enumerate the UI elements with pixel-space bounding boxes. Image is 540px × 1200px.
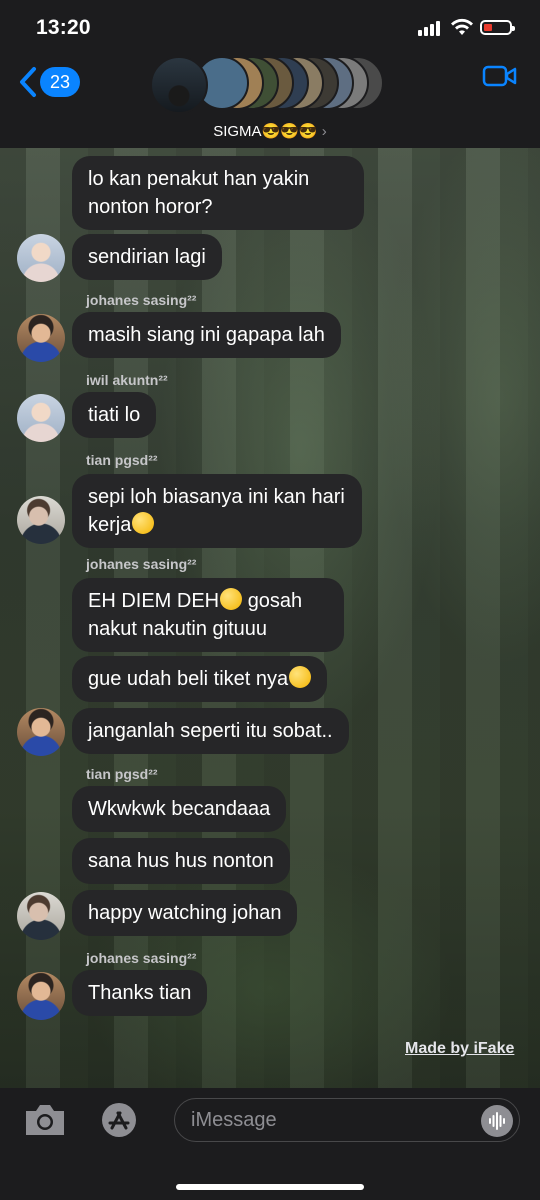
- message-bubble[interactable]: gue udah beli tiket nya: [72, 656, 328, 702]
- home-indicator[interactable]: [176, 1184, 364, 1190]
- message-bubble[interactable]: sepi loh biasanya ini kan hari kerja: [72, 474, 362, 548]
- avatar[interactable]: [17, 892, 65, 940]
- shocked-emoji-icon: [132, 512, 155, 534]
- avatar[interactable]: [17, 314, 65, 362]
- app-store-icon[interactable]: [96, 1102, 142, 1138]
- sender-name: johanes sasing²²: [86, 556, 197, 572]
- cellular-signal-icon: [418, 20, 444, 36]
- avatar[interactable]: [17, 708, 65, 756]
- camera-icon[interactable]: [22, 1102, 68, 1138]
- message-bubble[interactable]: Wkwkwk becandaaa: [72, 786, 287, 832]
- message-bubble[interactable]: sana hus hus nonton: [72, 838, 290, 884]
- unread-count-badge: 23: [40, 67, 80, 97]
- watermark: Made by iFake: [405, 1040, 515, 1057]
- battery-icon: [480, 20, 515, 35]
- crying-emoji-icon: [289, 666, 312, 688]
- sender-name: johanes sasing²²: [86, 292, 197, 308]
- message-bubble[interactable]: sendirian lagi: [72, 234, 222, 280]
- group-avatars[interactable]: [150, 56, 390, 116]
- smile-emoji-icon: [220, 588, 243, 610]
- sender-name: iwil akuntn²²: [86, 372, 168, 388]
- message-bubble[interactable]: Thanks tian: [72, 970, 208, 1016]
- message-bubble[interactable]: masih siang ini gapapa lah: [72, 312, 341, 358]
- chevron-left-icon: [20, 67, 36, 97]
- status-time: 13:20: [36, 16, 91, 39]
- sender-name: tian pgsd²²: [86, 452, 158, 468]
- message-input[interactable]: iMessage: [174, 1098, 520, 1142]
- back-button[interactable]: 23: [18, 66, 80, 98]
- avatar[interactable]: [17, 394, 65, 442]
- message-bubble[interactable]: EH DIEM DEH gosah nakut nakutin gituuu: [72, 578, 344, 652]
- wifi-icon: [451, 18, 473, 35]
- sender-name: tian pgsd²²: [86, 766, 158, 782]
- audio-waveform-icon[interactable]: [481, 1105, 513, 1137]
- message-bubble[interactable]: happy watching johan: [72, 890, 298, 936]
- chat-header: 23 SIGMA😎😎😎 ›: [0, 52, 540, 148]
- avatar[interactable]: [17, 496, 65, 544]
- avatar[interactable]: [17, 234, 65, 282]
- status-bar: 13:20: [0, 0, 540, 52]
- message-bubble[interactable]: tiati lo: [72, 392, 157, 438]
- group-name[interactable]: SIGMA😎😎😎 ›: [0, 122, 540, 140]
- video-camera-icon[interactable]: [482, 64, 518, 88]
- message-bubble[interactable]: janganlah seperti itu sobat..: [72, 708, 349, 754]
- sender-name: johanes sasing²²: [86, 950, 197, 966]
- message-input-placeholder: iMessage: [191, 1109, 277, 1131]
- message-bubble[interactable]: lo kan penakut han yakin nonton horor?: [72, 156, 364, 230]
- avatar[interactable]: [17, 972, 65, 1020]
